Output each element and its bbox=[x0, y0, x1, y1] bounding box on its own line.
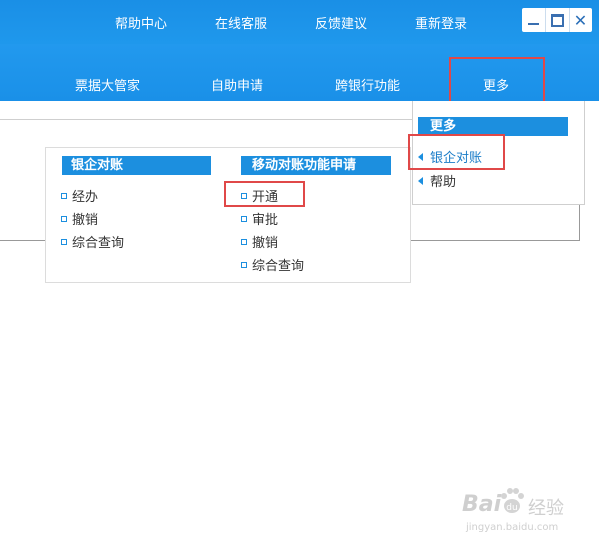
top-header-bar: 帮助中心 在线客服 反馈建议 重新登录 ✕ bbox=[0, 0, 599, 44]
relogin-link[interactable]: 重新登录 bbox=[415, 13, 467, 32]
section-header-reconciliation: 银企对账 bbox=[62, 156, 211, 175]
nav-item-bill-manager[interactable]: 票据大管家 bbox=[75, 75, 140, 94]
menu-item-query[interactable]: 综合查询 bbox=[61, 232, 124, 251]
square-bullet-icon bbox=[241, 261, 247, 268]
square-bullet-icon bbox=[61, 238, 67, 245]
menu-item-revoke[interactable]: 撤销 bbox=[61, 209, 98, 228]
square-bullet-icon bbox=[241, 215, 247, 222]
close-icon: ✕ bbox=[573, 10, 588, 30]
nav-item-self-apply[interactable]: 自助申请 bbox=[211, 75, 263, 94]
square-bullet-icon bbox=[241, 238, 247, 245]
square-bullet-icon bbox=[61, 215, 67, 222]
minimize-button[interactable] bbox=[522, 8, 545, 32]
online-service-link[interactable]: 在线客服 bbox=[215, 13, 267, 32]
menu-item-revoke-mobile[interactable]: 撤销 bbox=[241, 232, 278, 251]
paw-icon: du bbox=[498, 486, 526, 521]
menu-item-handle[interactable]: 经办 bbox=[61, 186, 98, 205]
svg-text:du: du bbox=[506, 503, 517, 513]
nav-item-cross-bank[interactable]: 跨银行功能 bbox=[335, 75, 400, 94]
menu-item-approve[interactable]: 审批 bbox=[241, 209, 278, 228]
minimize-icon bbox=[528, 23, 539, 25]
caret-left-icon bbox=[418, 176, 423, 185]
close-button[interactable]: ✕ bbox=[569, 8, 592, 32]
maximize-button[interactable] bbox=[545, 8, 570, 32]
menu-item-query-mobile[interactable]: 综合查询 bbox=[241, 255, 304, 274]
window-controls: ✕ bbox=[522, 8, 592, 32]
baidu-jingyan-watermark: Bai du 经验 jingyan.baidu.com bbox=[462, 488, 572, 533]
square-bullet-icon bbox=[61, 192, 67, 199]
feedback-link[interactable]: 反馈建议 bbox=[315, 13, 367, 32]
help-center-link[interactable]: 帮助中心 bbox=[115, 13, 167, 32]
more-item-help[interactable]: 帮助 bbox=[418, 171, 456, 190]
section-header-mobile-apply: 移动对账功能申请 bbox=[241, 156, 391, 175]
highlight-more-reconciliation bbox=[408, 134, 505, 170]
highlight-open-item bbox=[224, 181, 305, 207]
highlight-more-nav bbox=[449, 57, 545, 105]
maximize-icon bbox=[551, 13, 564, 27]
